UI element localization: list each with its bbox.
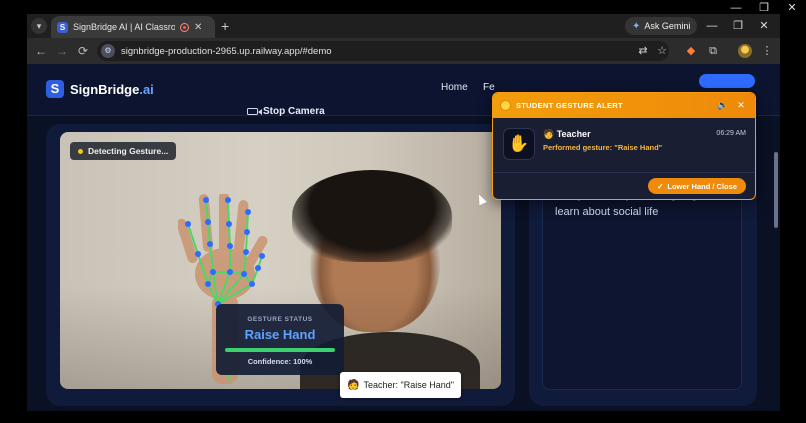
os-close-button[interactable]: ✕ <box>778 0 806 16</box>
gesture-status-value: Raise Hand <box>244 327 316 342</box>
address-bar[interactable]: ⚙ signbridge-production-2965.up.railway.… <box>97 41 669 61</box>
browser-close-button[interactable]: ✕ <box>751 17 777 35</box>
alert-title: STUDENT GESTURE ALERT <box>516 101 623 110</box>
tab-favicon: S <box>57 21 68 33</box>
url-text: signbridge-production-2965.up.railway.ap… <box>121 45 332 57</box>
lower-hand-close-label: Lower Hand / Close <box>667 181 737 191</box>
camera-feed: Detecting Gesture... GESTURE STATUS Rais… <box>60 132 501 389</box>
stop-camera-label: Stop Camera <box>263 106 325 117</box>
student-gesture-alert: STUDENT GESTURE ALERT 🔈 ✕ ✋ 🧑 Teacher 06… <box>492 92 756 200</box>
alert-close-icon[interactable]: ✕ <box>735 100 747 111</box>
page-scrollbar[interactable] <box>771 116 780 411</box>
check-icon: ✓ <box>657 181 664 191</box>
nav-cta-button[interactable] <box>699 74 755 88</box>
puzzle-icon[interactable]: ⧉ <box>705 42 721 60</box>
alert-bell-icon <box>501 101 510 110</box>
browser-window: ▾ S SignBridge AI | AI Classroom ✕ + ✦ A… <box>27 14 780 411</box>
forward-icon[interactable]: → <box>53 42 71 60</box>
recording-indicator-icon <box>180 22 189 32</box>
confidence-bar <box>225 348 335 352</box>
detecting-gesture-badge: Detecting Gesture... <box>70 142 177 160</box>
browser-minimize-button[interactable]: — <box>699 17 725 35</box>
profile-avatar[interactable] <box>738 44 752 58</box>
alert-sender: 🧑 Teacher <box>543 129 591 139</box>
new-tab-button[interactable]: + <box>221 17 229 35</box>
raise-hand-icon: ✋ <box>503 128 535 160</box>
nav-features-link[interactable]: Fe <box>483 82 495 93</box>
stop-camera-button[interactable]: Stop Camera <box>247 106 325 117</box>
tab-strip: ▾ S SignBridge AI | AI Classroom ✕ + ✦ A… <box>27 14 780 38</box>
caption-tooltip: 🧑 Teacher: "Raise Hand" <box>340 372 461 398</box>
alert-description: Performed gesture: "Raise Hand" <box>543 143 663 152</box>
ask-gemini-button[interactable]: ✦ Ask Gemini <box>625 17 698 35</box>
ask-gemini-label: Ask Gemini <box>644 21 691 31</box>
gesture-status-card: GESTURE STATUS Raise Hand Confidence: 10… <box>216 304 344 375</box>
tab-search-dropdown-icon[interactable]: ▾ <box>31 18 47 34</box>
logo-icon[interactable]: S <box>46 80 64 98</box>
browser-toolbar: ← → ⟳ ⚙ signbridge-production-2965.up.ra… <box>27 38 780 64</box>
alert-sound-icon[interactable]: 🔈 <box>717 100 729 111</box>
lower-hand-close-button[interactable]: ✓ Lower Hand / Close <box>648 178 746 194</box>
alert-header: STUDENT GESTURE ALERT 🔈 ✕ <box>493 93 755 118</box>
alert-body: ✋ 🧑 Teacher 06:29 AM Performed gesture: … <box>493 118 755 174</box>
reload-icon[interactable]: ⟳ <box>74 42 92 60</box>
extension-fox-icon[interactable]: ◆ <box>683 42 699 60</box>
detecting-gesture-label: Detecting Gesture... <box>88 146 169 156</box>
tab-title: SignBridge AI | AI Classroom <box>73 22 175 32</box>
caption-tooltip-text: Teacher: "Raise Hand" <box>363 380 454 390</box>
confidence-bar-fill <box>225 348 335 352</box>
confidence-text: Confidence: 100% <box>247 357 313 366</box>
logo-text[interactable]: SignBridge.ai <box>70 82 154 97</box>
page-scrollbar-thumb[interactable] <box>774 152 778 228</box>
page-viewport: S SignBridge.ai Home Fe Stop Camera Dete… <box>27 64 780 411</box>
transcript-box: Everyone today we are going to learn abo… <box>542 172 742 390</box>
alert-footer: ✓ Lower Hand / Close <box>493 172 755 199</box>
browser-restore-button[interactable]: ❐ <box>725 17 751 35</box>
camera-icon <box>247 108 262 115</box>
gesture-status-label: GESTURE STATUS <box>247 316 313 323</box>
teacher-person-icon: 🧑 <box>543 129 557 139</box>
teacher-person-icon: 🧑 <box>347 379 360 391</box>
back-icon[interactable]: ← <box>32 42 50 60</box>
screen: — ❐ ✕ ▾ S SignBridge AI | AI Classroom ✕… <box>0 0 806 423</box>
site-info-icon[interactable]: ⚙ <box>101 44 115 58</box>
kebab-menu-icon[interactable]: ⋮ <box>759 42 775 60</box>
tab-signbridge[interactable]: S SignBridge AI | AI Classroom ✕ <box>51 16 215 38</box>
nav-home-link[interactable]: Home <box>441 82 468 93</box>
gemini-sparkle-icon: ✦ <box>632 20 641 32</box>
tab-close-icon[interactable]: ✕ <box>194 22 202 33</box>
transcript-line-2: learn about social life <box>555 206 659 218</box>
alert-time: 06:29 AM <box>716 130 746 137</box>
star-icon[interactable]: ☆ <box>654 42 670 60</box>
translate-icon[interactable]: ⇄ <box>635 42 651 60</box>
detecting-dot-icon <box>78 148 83 154</box>
